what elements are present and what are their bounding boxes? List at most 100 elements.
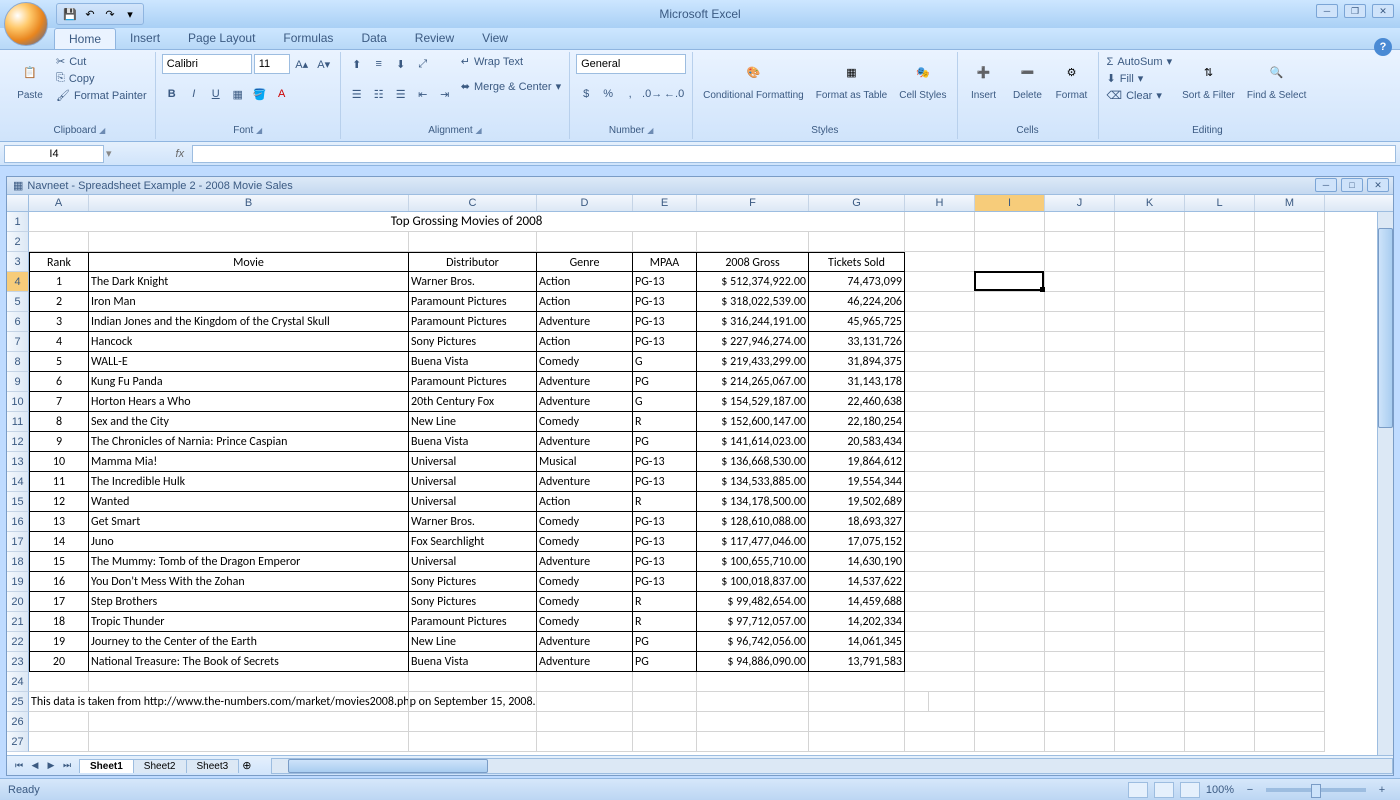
sheet-nav-next[interactable]: ▶: [43, 758, 59, 774]
merge-center-button[interactable]: ⬌ Merge & Center ▾: [459, 79, 563, 94]
fill-button[interactable]: ⬇ Fill ▾: [1105, 71, 1175, 86]
cell-L7[interactable]: [1185, 332, 1255, 352]
cell-I27[interactable]: [975, 732, 1045, 752]
row-header-24[interactable]: 24: [7, 672, 29, 692]
cell-I16[interactable]: [975, 512, 1045, 532]
cell-C21[interactable]: Paramount Pictures: [409, 612, 537, 632]
cell-C25[interactable]: [409, 692, 537, 712]
cell-E25[interactable]: [633, 692, 697, 712]
cell-I10[interactable]: [975, 392, 1045, 412]
cell-J8[interactable]: [1045, 352, 1115, 372]
cell-L18[interactable]: [1185, 552, 1255, 572]
minimize-button[interactable]: ─: [1316, 4, 1338, 18]
cell-C8[interactable]: Buena Vista: [409, 352, 537, 372]
cell-B27[interactable]: [89, 732, 409, 752]
cell-G27[interactable]: [809, 732, 905, 752]
cell-A4[interactable]: 1: [29, 272, 89, 292]
cell-E9[interactable]: PG: [633, 372, 697, 392]
cell-J20[interactable]: [1045, 592, 1115, 612]
cell-E26[interactable]: [633, 712, 697, 732]
row-header-17[interactable]: 17: [7, 532, 29, 552]
cell-K8[interactable]: [1115, 352, 1185, 372]
cell-H5[interactable]: [905, 292, 975, 312]
cell-M16[interactable]: [1255, 512, 1325, 532]
cell-D11[interactable]: Comedy: [537, 412, 633, 432]
cell-H27[interactable]: [905, 732, 975, 752]
cell-H20[interactable]: [905, 592, 975, 612]
cell-I20[interactable]: [975, 592, 1045, 612]
cell-K26[interactable]: [1115, 712, 1185, 732]
cell-L20[interactable]: [1185, 592, 1255, 612]
cell-C26[interactable]: [409, 712, 537, 732]
row-header-16[interactable]: 16: [7, 512, 29, 532]
cell-K22[interactable]: [1115, 632, 1185, 652]
cell-D17[interactable]: Comedy: [537, 532, 633, 552]
format-painter-button[interactable]: 🖌 Format Painter: [54, 88, 149, 103]
cell-I24[interactable]: [975, 672, 1045, 692]
cell-M12[interactable]: [1255, 432, 1325, 452]
cell-H26[interactable]: [905, 712, 975, 732]
bold-button[interactable]: B: [162, 84, 182, 104]
cell-A22[interactable]: 19: [29, 632, 89, 652]
align-top-button[interactable]: ⬆: [347, 54, 367, 74]
cell-H4[interactable]: [905, 272, 975, 292]
cell-G18[interactable]: 14,630,190: [809, 552, 905, 572]
cell-M15[interactable]: [1255, 492, 1325, 512]
cell-L6[interactable]: [1185, 312, 1255, 332]
cell-C12[interactable]: Buena Vista: [409, 432, 537, 452]
tab-data[interactable]: Data: [347, 28, 400, 49]
cell-K15[interactable]: [1115, 492, 1185, 512]
sheet-title[interactable]: Top Grossing Movies of 2008: [29, 212, 905, 232]
sheet-nav-prev[interactable]: ◀: [27, 758, 43, 774]
cell-H10[interactable]: [905, 392, 975, 412]
cell-J5[interactable]: [1045, 292, 1115, 312]
col-header-E[interactable]: E: [633, 195, 697, 211]
cell-H17[interactable]: [905, 532, 975, 552]
close-button[interactable]: ✕: [1372, 4, 1394, 18]
italic-button[interactable]: I: [184, 84, 204, 104]
zoom-in-button[interactable]: +: [1372, 780, 1392, 800]
cell-M8[interactable]: [1255, 352, 1325, 372]
cell-J17[interactable]: [1045, 532, 1115, 552]
cell-M13[interactable]: [1255, 452, 1325, 472]
cell-H11[interactable]: [905, 412, 975, 432]
cell-I8[interactable]: [975, 352, 1045, 372]
cell-G12[interactable]: 20,583,434: [809, 432, 905, 452]
col-header-L[interactable]: L: [1185, 195, 1255, 211]
cell-I13[interactable]: [975, 452, 1045, 472]
tab-review[interactable]: Review: [401, 28, 468, 49]
cell-C18[interactable]: Universal: [409, 552, 537, 572]
cell-B22[interactable]: Journey to the Center of the Earth: [89, 632, 409, 652]
cell-F9[interactable]: $ 214,265,067.00: [697, 372, 809, 392]
row-header-7[interactable]: 7: [7, 332, 29, 352]
cell-L13[interactable]: [1185, 452, 1255, 472]
cell-M21[interactable]: [1255, 612, 1325, 632]
cell-L19[interactable]: [1185, 572, 1255, 592]
cell-F22[interactable]: $ 96,742,056.00: [697, 632, 809, 652]
cell-A7[interactable]: 4: [29, 332, 89, 352]
cell-E5[interactable]: PG-13: [633, 292, 697, 312]
cell-H14[interactable]: [905, 472, 975, 492]
cell-J12[interactable]: [1045, 432, 1115, 452]
cell-A16[interactable]: 13: [29, 512, 89, 532]
increase-indent-button[interactable]: ⇥: [435, 84, 455, 104]
cell-J6[interactable]: [1045, 312, 1115, 332]
cell-K21[interactable]: [1115, 612, 1185, 632]
cell-E15[interactable]: R: [633, 492, 697, 512]
cell-J11[interactable]: [1045, 412, 1115, 432]
cell-C16[interactable]: Warner Bros.: [409, 512, 537, 532]
font-launcher[interactable]: ◢: [256, 126, 262, 135]
cell-E22[interactable]: PG: [633, 632, 697, 652]
cell-K2[interactable]: [1115, 232, 1185, 252]
conditional-formatting-button[interactable]: 🎨Conditional Formatting: [699, 54, 808, 103]
cell-J23[interactable]: [1045, 652, 1115, 672]
align-right-button[interactable]: ☰: [391, 84, 411, 104]
cell-L1[interactable]: [1185, 212, 1255, 232]
col-header-B[interactable]: B: [89, 195, 409, 211]
cell-A11[interactable]: 8: [29, 412, 89, 432]
decrease-indent-button[interactable]: ⇤: [413, 84, 433, 104]
cell-A27[interactable]: [29, 732, 89, 752]
cell-I1[interactable]: [975, 212, 1045, 232]
cell-C15[interactable]: Universal: [409, 492, 537, 512]
row-header-12[interactable]: 12: [7, 432, 29, 452]
